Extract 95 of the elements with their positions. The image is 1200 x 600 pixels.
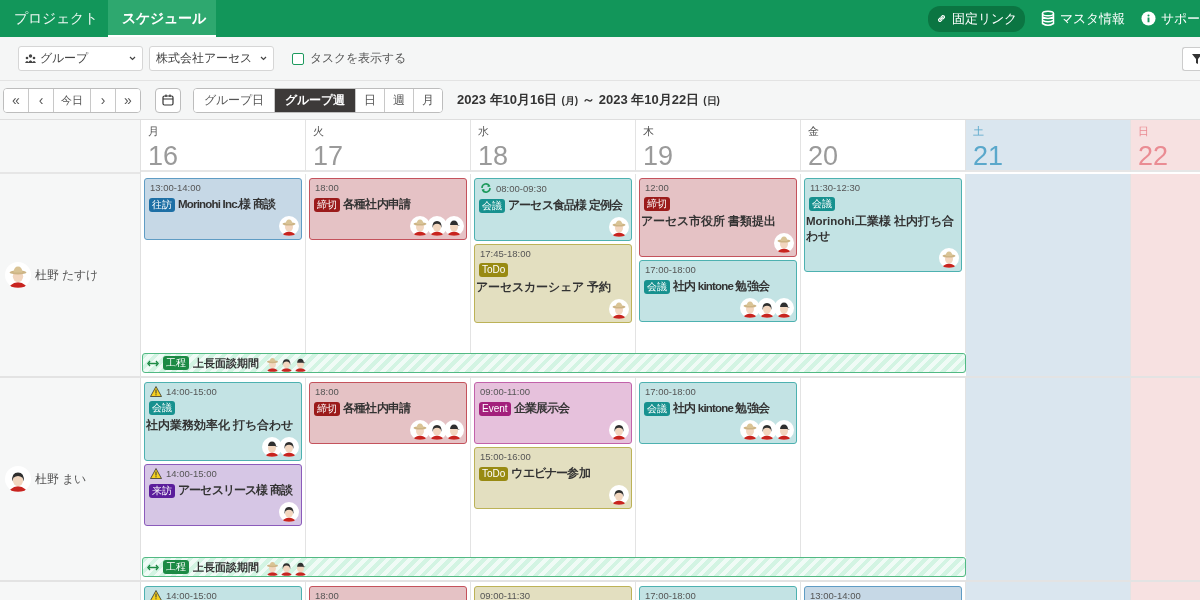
event-card[interactable]: 17:00-18:00 会議 社内 kintone 勉強会 — [639, 260, 797, 322]
day-number: 18 — [478, 142, 509, 172]
event-title: 社内業務効率化 打ち合わせ — [146, 418, 295, 433]
event-card[interactable]: 14:00-15:00 会議 社内業務効率化 打ち合わせ — [144, 382, 302, 461]
event-time: 12:00 — [645, 182, 669, 193]
event-title: アーセスカーシェア 予約 — [476, 280, 613, 295]
category-tag: 工程 — [163, 560, 189, 574]
event-time: 17:00-18:00 — [645, 386, 696, 397]
event-card[interactable]: 14:00-15:00 来訪 アーセスリース様 商談 — [144, 464, 302, 526]
category-tag: 工程 — [163, 356, 189, 370]
event-title: ウエビナー参加 — [511, 466, 590, 481]
event-title: Morinohi Inc.様 商談 — [178, 197, 276, 212]
person-name: 杜野 たすけ — [35, 266, 99, 284]
event-time: 18:00 — [315, 386, 339, 397]
event-title: 各種社内申請 — [343, 197, 411, 212]
day-number: 19 — [643, 142, 674, 172]
event-card[interactable]: 09:00-11:00 Event 企業展示会 — [474, 382, 632, 444]
event-card[interactable]: 09:00-11:30 — [474, 586, 632, 600]
event-title: 社内 kintone 勉強会 — [673, 401, 770, 416]
event-time: 09:00-11:30 — [480, 590, 530, 600]
event-time: 17:00-18:00 — [645, 590, 696, 600]
event-card[interactable]: 17:00-18:00 — [639, 586, 797, 600]
event-card[interactable]: 17:00-18:00 会議 社内 kintone 勉強会 — [639, 382, 797, 444]
event-card[interactable]: 13:00-14:00 往訪 Morinohi Inc.様 商談 — [144, 178, 302, 240]
date-range: 2023 年10月16日 (月) ～ 2023 年10月22日 (日) — [457, 91, 720, 109]
header-link[interactable]: 固定リンク — [928, 5, 1025, 32]
period-bar[interactable]: 工程 上長面談期間 — [142, 557, 966, 577]
event-time: 18:00 — [315, 590, 339, 600]
event-time: 09:00-11:00 — [480, 386, 530, 397]
event-title: 各種社内申請 — [343, 401, 411, 416]
weekday-label: 月 — [148, 124, 159, 139]
header-link[interactable]: サポー — [1141, 5, 1200, 32]
event-time: 17:45-18:00 — [480, 248, 531, 259]
checkbox-label: タスクを表示する — [310, 50, 406, 67]
day-number: 22 — [1138, 142, 1169, 172]
event-card[interactable]: 08:00-09:30 会議 アーセス食品様 定例会 — [474, 178, 632, 241]
category-tag: 会議 — [809, 197, 835, 211]
event-title: アーセスリース様 商談 — [178, 483, 293, 498]
event-time: 11:30-12:30 — [810, 182, 860, 193]
event-title: アーセス食品様 定例会 — [508, 198, 623, 213]
view-tab[interactable]: グループ週 — [274, 88, 355, 112]
event-card[interactable]: 14:00-15:00 — [144, 586, 302, 600]
event-title: アーセス市役所 書類提出 — [641, 214, 778, 229]
day-number: 17 — [313, 142, 344, 172]
event-card[interactable]: 15:00-16:00 ToDo ウエビナー参加 — [474, 447, 632, 509]
group-select[interactable]: グループ — [18, 46, 143, 71]
category-tag: 会議 — [479, 198, 505, 213]
weekday-label: 木 — [643, 124, 654, 139]
event-time: 14:00-15:00 — [166, 386, 217, 397]
category-tag: 来訪 — [149, 483, 175, 498]
event-time: 14:00-15:00 — [166, 468, 217, 479]
event-time: 14:00-15:00 — [166, 590, 217, 600]
event-card[interactable]: 13:00-14:00 — [804, 586, 962, 600]
person-name: 杜野 まい — [35, 470, 87, 488]
event-time: 13:00-14:00 — [150, 182, 201, 193]
weekday-label: 水 — [478, 124, 489, 139]
event-card[interactable]: 18:00 締切 各種社内申請 — [309, 382, 467, 444]
category-tag: 締切 — [644, 197, 670, 211]
category-tag: 往訪 — [149, 197, 175, 212]
event-card[interactable]: 12:00 締切 アーセス市役所 書類提出 — [639, 178, 797, 257]
weekday-label: 日 — [1138, 124, 1149, 139]
category-tag: 締切 — [314, 401, 340, 416]
period-title: 上長面談期間 — [193, 355, 259, 371]
period-title: 上長面談期間 — [193, 559, 259, 575]
day-number: 21 — [973, 142, 1004, 172]
weekday-label: 金 — [808, 124, 819, 139]
weekday-label: 土 — [973, 124, 984, 139]
category-tag: 会議 — [644, 279, 670, 294]
nav-button[interactable]: » — [115, 88, 140, 112]
event-time: 17:00-18:00 — [645, 264, 696, 275]
company-select[interactable]: 株式会社アーセス — [149, 46, 274, 71]
category-tag: 会議 — [149, 401, 175, 415]
event-title: 社内 kintone 勉強会 — [673, 279, 770, 294]
event-time: 18:00 — [315, 182, 339, 193]
category-tag: ToDo — [479, 466, 509, 481]
event-card[interactable]: 11:30-12:30 会議 Morinohi工業様 社内打ち合わせ — [804, 178, 962, 272]
event-time: 15:00-16:00 — [480, 451, 531, 462]
weekday-label: 火 — [313, 124, 324, 139]
category-tag: ToDo — [479, 263, 509, 277]
event-time: 08:00-09:30 — [496, 182, 547, 194]
event-time: 13:00-14:00 — [810, 590, 861, 600]
category-tag: Event — [479, 401, 511, 416]
category-tag: 会議 — [644, 401, 670, 416]
event-title: 企業展示会 — [513, 401, 570, 416]
event-card[interactable]: 18:00 — [309, 586, 467, 600]
event-card[interactable]: 17:45-18:00 ToDo アーセスカーシェア 予約 — [474, 244, 632, 323]
day-number: 16 — [148, 142, 179, 172]
day-number: 20 — [808, 142, 839, 172]
event-card[interactable]: 18:00 締切 各種社内申請 — [309, 178, 467, 240]
category-tag: 締切 — [314, 197, 340, 212]
view-tab[interactable]: 月 — [413, 88, 442, 112]
header-link[interactable]: マスタ情報 — [1041, 5, 1125, 32]
nav-tab[interactable]: プロジェクト — [0, 0, 108, 37]
period-bar[interactable]: 工程 上長面談期間 — [142, 353, 966, 373]
event-title: Morinohi工業様 社内打ち合わせ — [806, 214, 955, 244]
